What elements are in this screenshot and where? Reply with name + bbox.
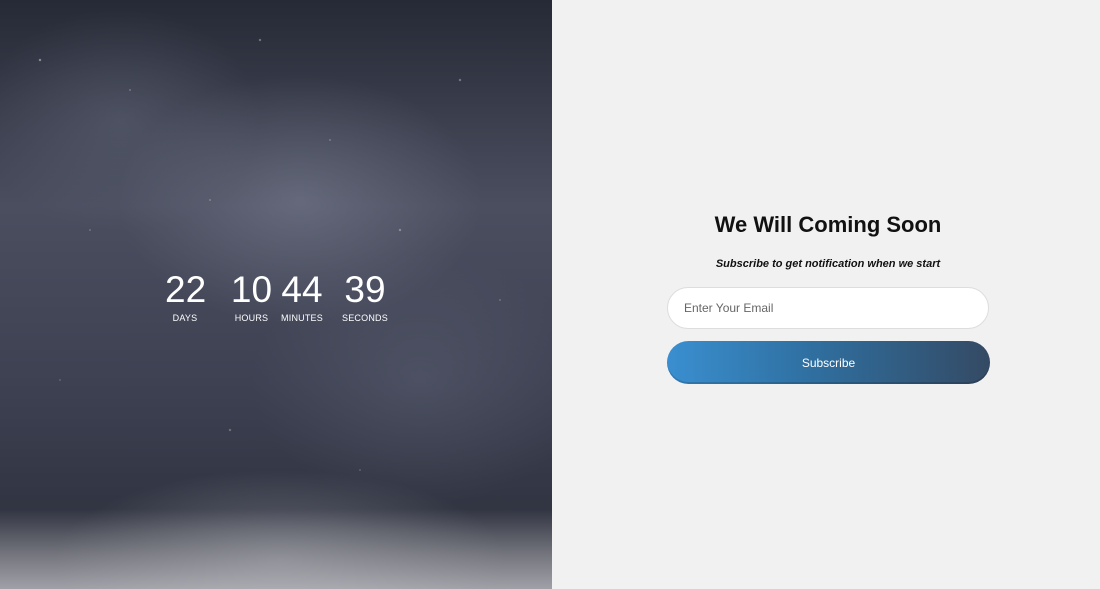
- hero-background: 22 DAYS 10 HOURS 44 MINUTES 39 SECONDS: [0, 0, 552, 589]
- countdown-hours-label: HOURS: [234, 313, 269, 323]
- countdown-days-label: DAYS: [172, 313, 198, 323]
- countdown-hours: 10 HOURS: [223, 270, 280, 324]
- countdown-days-value: 22: [165, 269, 207, 310]
- subscribe-button[interactable]: Subscribe: [667, 341, 990, 384]
- countdown-seconds-label: SECONDS: [342, 313, 388, 323]
- countdown-minutes-value: 44: [281, 269, 323, 310]
- countdown-timer: 22 DAYS 10 HOURS 44 MINUTES 39 SECONDS: [165, 270, 388, 324]
- countdown-seconds-value: 39: [344, 269, 386, 310]
- subscribe-panel: We Will Coming Soon Subscribe to get not…: [552, 0, 1100, 589]
- countdown-days: 22 DAYS: [165, 269, 207, 324]
- countdown-hours-value: 10: [230, 269, 273, 310]
- ground-fog: [0, 509, 552, 589]
- email-input[interactable]: [667, 287, 989, 329]
- countdown-seconds: 39 SECONDS: [342, 270, 388, 324]
- countdown-minutes-label: MINUTES: [281, 313, 323, 323]
- page-subtitle: Subscribe to get notification when we st…: [715, 258, 941, 270]
- page-title: We Will Coming Soon: [714, 212, 942, 237]
- countdown-minutes: 44 MINUTES: [280, 270, 324, 324]
